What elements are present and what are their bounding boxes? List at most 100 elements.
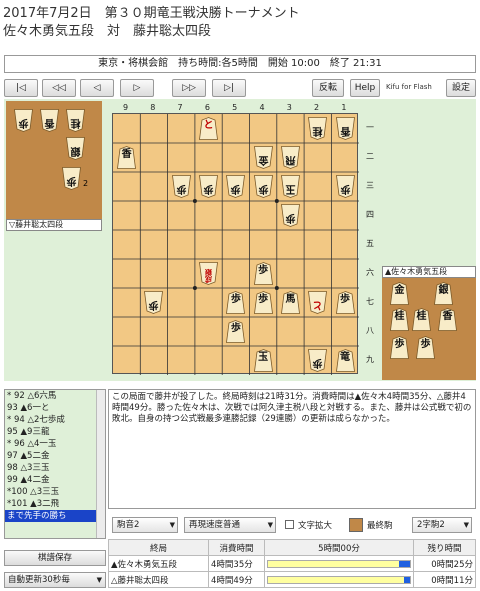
sente-hand-lance[interactable]: 香 (438, 308, 457, 331)
hand-count: 2 (83, 179, 89, 188)
piece-sente-49[interactable]: 玉 (253, 349, 273, 372)
piece-gote-34[interactable]: 歩 (280, 204, 300, 227)
settings-button[interactable]: 設定 (446, 79, 476, 97)
rank-label: 四 (366, 210, 374, 219)
gote-hand-knight[interactable]: 桂 (66, 109, 85, 132)
file-label: 6 (204, 103, 210, 112)
rank-label: 三 (366, 181, 374, 190)
shogi-board[interactable]: 桂香と香金飛歩歩歩歩玉歩歩成銀歩歩歩歩馬と歩歩玉歩竜 (112, 113, 359, 375)
piece-sente-47[interactable]: 歩 (253, 291, 273, 314)
move-list-item[interactable]: まで先手の勝ち (5, 510, 105, 522)
chevron-down-icon: ▼ (169, 521, 175, 529)
sente-hand-pawn2[interactable]: 歩 (416, 336, 435, 359)
chevron-down-icon: ▼ (96, 576, 102, 584)
sente-hand-gold[interactable]: 金 (390, 282, 409, 305)
piece-gote-87[interactable]: 歩 (144, 291, 164, 314)
piece-gote-73[interactable]: 歩 (171, 175, 191, 198)
clock-row-sente: ▲佐々木勇気五段 4時間35分 0時間25分 (108, 555, 476, 572)
clock-bar-cell (264, 555, 414, 572)
piece-gote-32[interactable]: 飛 (280, 146, 300, 169)
clock-remaining: 0時間25分 (413, 555, 476, 572)
gote-hand-area: 歩香桂銀歩2 (6, 101, 102, 219)
file-label: 2 (314, 103, 320, 112)
piece-sente-58[interactable]: 歩 (226, 320, 246, 343)
forward-10-button[interactable]: ▷▷ (172, 79, 206, 97)
move-list-item[interactable]: * 96 △4一玉 (5, 438, 105, 450)
text-zoom-checkbox[interactable] (285, 520, 294, 529)
piece-gote-21[interactable]: 桂 (308, 117, 328, 140)
piece-gote-29[interactable]: 歩 (308, 349, 328, 372)
piece-sente-57[interactable]: 歩 (226, 291, 246, 314)
piece-gote-63[interactable]: 歩 (199, 175, 219, 198)
players-subtitle: 佐々木勇気五段 対 藤井聡太四段 (3, 24, 212, 39)
game-info-bar: 東京・将棋会館 持ち時間:各5時間 開始 10:00 終了 21:31 (4, 55, 476, 73)
last-move-button[interactable]: ▷| (212, 79, 246, 97)
piece-sente-19[interactable]: 竜 (335, 349, 355, 372)
sente-hand-knight[interactable]: 桂 (390, 308, 409, 331)
piece-sente-61[interactable]: と (199, 117, 219, 140)
move-list[interactable]: * 92 △6六馬 93 ▲6一と * 94 △2七歩成 95 ▲9三龍 * 96 … (4, 389, 106, 539)
file-label: 1 (341, 103, 347, 112)
piece-sente-37[interactable]: 馬 (280, 291, 300, 314)
font-style-select[interactable]: 2字駒2 ▼ (412, 517, 472, 533)
move-list-item[interactable]: * 92 △6六馬 (5, 390, 105, 402)
file-label: 5 (232, 103, 238, 112)
back-10-button[interactable]: ◁◁ (42, 79, 76, 97)
gote-hand-silver[interactable]: 銀 (66, 137, 85, 160)
back-button[interactable]: ◁ (80, 79, 114, 97)
move-list-item[interactable]: 95 ▲9三龍 (5, 426, 105, 438)
file-label: 7 (177, 103, 183, 112)
first-move-button[interactable]: |◁ (4, 79, 38, 97)
text-zoom-label: 文字拡大 (298, 521, 333, 531)
font-style-value: 2字駒2 (417, 520, 445, 530)
help-button[interactable]: Help (350, 79, 380, 97)
clock-remaining: 0時間11分 (413, 571, 476, 588)
autoplay-select[interactable]: 自動更新30秒毎 ▼ (4, 572, 106, 588)
move-list-item[interactable]: 98 △3三玉 (5, 462, 105, 474)
forward-button[interactable]: ▷ (120, 79, 154, 97)
move-list-item[interactable]: 93 ▲6一と (5, 402, 105, 414)
sente-hand-knight2[interactable]: 桂 (412, 308, 431, 331)
rank-label: 五 (366, 239, 374, 248)
save-kifu-button[interactable]: 棋譜保存 (4, 550, 106, 566)
kifu-for-flash-label: Kifu for Flash (386, 83, 432, 91)
gote-player-label: ▽藤井聡太四段 (6, 219, 102, 231)
rank-label: 九 (366, 355, 374, 364)
piece-sente-92[interactable]: 香 (117, 146, 137, 169)
piece-gote-11[interactable]: 香 (335, 117, 355, 140)
piece-gote-66[interactable]: 成銀 (199, 262, 219, 285)
clock-table: 終局 消費時間 5時間00分 残り時間 ▲佐々木勇気五段 4時間35分 0時間2… (108, 539, 476, 588)
clock-used: 4時間35分 (208, 555, 265, 572)
speed-select[interactable]: 再現速度普通 ▼ (184, 517, 276, 533)
sente-hand-silver[interactable]: 銀 (434, 282, 453, 305)
file-label: 4 (259, 103, 265, 112)
comment-box: この局面で藤井が投了した。終局時刻は21時31分。消費時間は▲佐々木4時間35分… (108, 389, 476, 509)
move-list-item[interactable]: * 94 △2七歩成 (5, 414, 105, 426)
piece-gote-33[interactable]: 玉 (280, 175, 300, 198)
move-list-item[interactable]: *100 △3三玉 (5, 486, 105, 498)
piece-gote-42[interactable]: 金 (253, 146, 273, 169)
gote-hand-pawn2[interactable]: 歩 (62, 167, 81, 190)
piece-gote-13[interactable]: 歩 (335, 175, 355, 198)
move-list-item[interactable]: 97 ▲5二金 (5, 450, 105, 462)
gote-hand-pawn[interactable]: 歩 (14, 109, 33, 132)
last-move-color-swatch[interactable] (349, 518, 363, 532)
file-label: 8 (150, 103, 156, 112)
move-list-item[interactable]: *101 ▲3二飛 (5, 498, 105, 510)
piece-gote-27[interactable]: と (308, 291, 328, 314)
piece-gote-43[interactable]: 歩 (253, 175, 273, 198)
clock-player: ▲佐々木勇気五段 (108, 555, 209, 572)
gote-hand-lance[interactable]: 香 (40, 109, 59, 132)
piece-sound-select[interactable]: 駒音2 ▼ (112, 517, 178, 533)
last-move-label: 最終駒 (367, 521, 393, 531)
clock-player: △藤井聡太四段 (108, 571, 209, 588)
sente-hand-pawn[interactable]: 歩 (390, 336, 409, 359)
move-list-scrollbar[interactable] (96, 390, 105, 538)
clock-used: 4時間49分 (208, 571, 265, 588)
flip-board-button[interactable]: 反転 (312, 79, 344, 97)
piece-sente-17[interactable]: 歩 (335, 291, 355, 314)
move-list-item[interactable]: 99 ▲4二金 (5, 474, 105, 486)
piece-gote-53[interactable]: 歩 (226, 175, 246, 198)
piece-sente-46[interactable]: 歩 (253, 262, 273, 285)
rank-label: 一 (366, 123, 374, 132)
